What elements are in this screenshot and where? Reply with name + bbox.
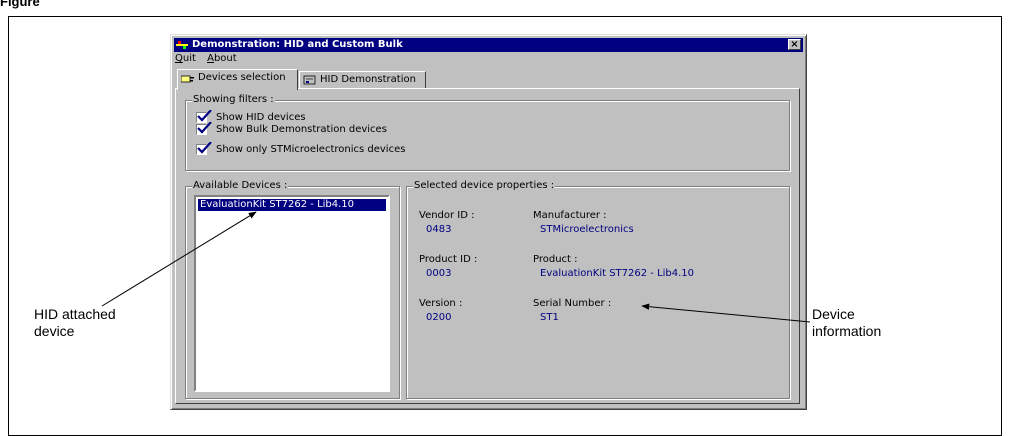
hand-pointer-icon — [181, 75, 194, 83]
right-arrow-line — [641, 303, 811, 323]
callout-arrows — [101, 211, 811, 323]
tab-devices-selection[interactable]: Devices selection — [177, 69, 298, 90]
tab-label: Devices selection — [198, 72, 286, 83]
left-arrow-line — [101, 211, 257, 307]
